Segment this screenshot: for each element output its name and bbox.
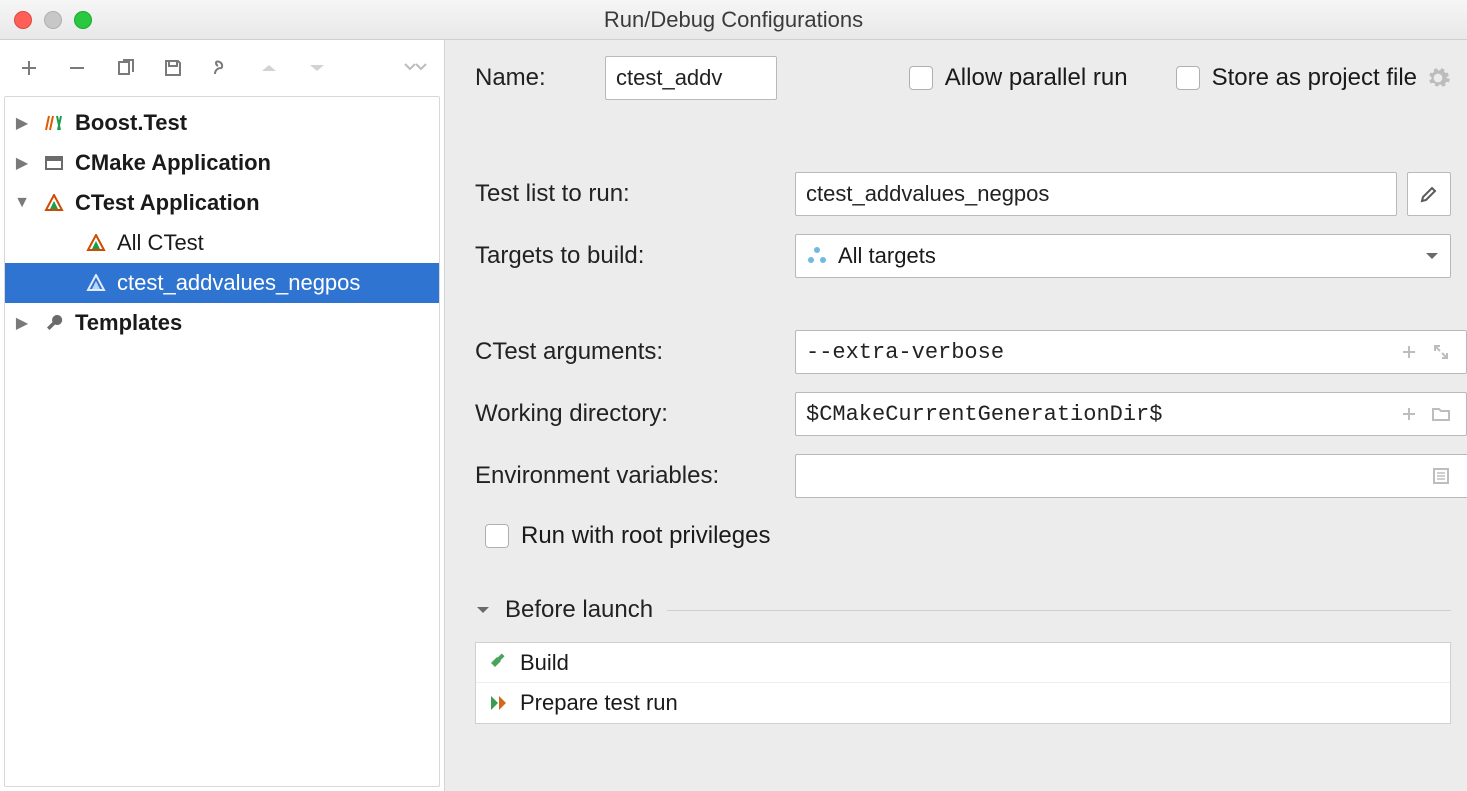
tree-label: Templates <box>75 310 182 336</box>
tree-item-boost-test[interactable]: ▶ Boost.Test <box>5 103 439 143</box>
add-config-button[interactable] <box>16 55 42 81</box>
hammer-icon <box>488 653 508 673</box>
sidebar-toolbar <box>0 40 444 96</box>
tree-item-ctest-application[interactable]: ▼ CTest Application <box>5 183 439 223</box>
allow-parallel-checkbox[interactable] <box>909 66 933 90</box>
before-launch-list: Build Prepare test run <box>475 642 1451 724</box>
envvars-label: Environment variables: <box>475 462 795 490</box>
window-title: Run/Debug Configurations <box>0 7 1467 33</box>
envvars-input[interactable] <box>795 454 1467 498</box>
targets-value: All targets <box>838 243 1414 269</box>
chevron-right-icon: ▶ <box>11 313 33 333</box>
before-launch-item-label: Prepare test run <box>520 690 678 716</box>
store-project-label: Store as project file <box>1212 64 1417 92</box>
edit-defaults-button[interactable] <box>208 55 234 81</box>
remove-config-button[interactable] <box>64 55 90 81</box>
ctestargs-input[interactable] <box>795 330 1467 374</box>
name-input[interactable] <box>605 56 777 100</box>
browse-folder-button[interactable] <box>1431 404 1451 424</box>
root-privileges-checkbox[interactable] <box>485 524 509 548</box>
testlist-input[interactable] <box>795 172 1397 216</box>
tree-label: ctest_addvalues_negpos <box>117 270 360 296</box>
save-config-button[interactable] <box>160 55 186 81</box>
config-tree: ▶ Boost.Test ▶ CMake Application ▼ CTest… <box>4 96 440 787</box>
root-privileges-label: Run with root privileges <box>521 522 770 550</box>
move-down-button[interactable] <box>304 55 330 81</box>
form-panel: Name: Allow parallel run Store as projec… <box>445 40 1467 791</box>
expand-field-button[interactable] <box>1431 342 1451 362</box>
chevron-down-icon: ▼ <box>11 194 33 212</box>
tree-label: CMake Application <box>75 150 271 176</box>
titlebar: Run/Debug Configurations <box>0 0 1467 40</box>
wrench-icon <box>41 313 67 333</box>
move-up-button[interactable] <box>256 55 282 81</box>
run-tests-icon <box>488 693 508 713</box>
allow-parallel-label: Allow parallel run <box>945 64 1128 92</box>
edit-testlist-button[interactable] <box>1407 172 1451 216</box>
more-actions-button[interactable] <box>402 55 428 81</box>
before-launch-section[interactable]: Before launch <box>475 596 1451 624</box>
testlist-label: Test list to run: <box>475 180 795 208</box>
insert-macro-button[interactable] <box>1399 404 1419 424</box>
chevron-down-icon <box>475 604 491 616</box>
workdir-label: Working directory: <box>475 400 795 428</box>
ctest-icon <box>83 274 109 292</box>
boost-test-icon <box>41 114 67 132</box>
edit-envvars-button[interactable] <box>1431 466 1451 486</box>
before-launch-item-build[interactable]: Build <box>476 643 1450 683</box>
chevron-right-icon: ▶ <box>11 153 33 173</box>
cmake-app-icon <box>41 154 67 172</box>
tree-item-cmake-application[interactable]: ▶ CMake Application <box>5 143 439 183</box>
ctestargs-label: CTest arguments: <box>475 338 795 366</box>
chevron-right-icon: ▶ <box>11 113 33 133</box>
tree-label: Boost.Test <box>75 110 187 136</box>
chevron-down-icon <box>1424 250 1440 262</box>
tree-item-all-ctest[interactable]: All CTest <box>5 223 439 263</box>
workdir-input[interactable] <box>795 392 1467 436</box>
store-project-checkbox[interactable] <box>1176 66 1200 90</box>
tree-label: All CTest <box>117 230 204 256</box>
name-label: Name: <box>475 64 605 92</box>
ctest-app-icon <box>41 194 67 212</box>
tree-item-selected-config[interactable]: ctest_addvalues_negpos <box>5 263 439 303</box>
tree-label: CTest Application <box>75 190 260 216</box>
targets-dropdown[interactable]: All targets <box>795 234 1451 278</box>
before-launch-label: Before launch <box>505 596 653 624</box>
insert-macro-button[interactable] <box>1399 342 1419 362</box>
ctest-icon <box>83 234 109 252</box>
divider <box>667 610 1451 611</box>
gear-icon[interactable] <box>1425 65 1451 91</box>
targets-icon <box>806 246 828 266</box>
sidebar: ▶ Boost.Test ▶ CMake Application ▼ CTest… <box>0 40 445 791</box>
tree-item-templates[interactable]: ▶ Templates <box>5 303 439 343</box>
before-launch-item-label: Build <box>520 650 569 676</box>
copy-config-button[interactable] <box>112 55 138 81</box>
before-launch-item-prepare[interactable]: Prepare test run <box>476 683 1450 723</box>
targets-label: Targets to build: <box>475 242 795 270</box>
